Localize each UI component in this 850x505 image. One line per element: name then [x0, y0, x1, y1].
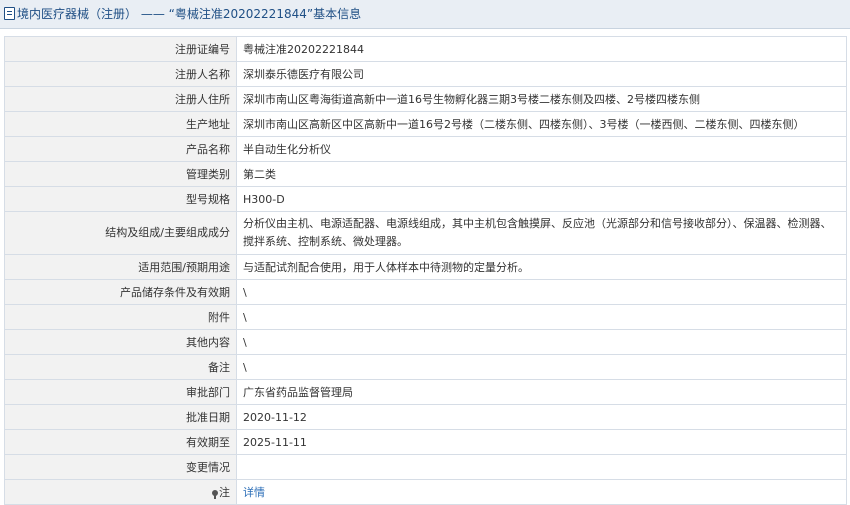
table-row: 产品名称 半自动生化分析仪 [4, 136, 847, 162]
header-separator: —— [137, 7, 169, 21]
row-value: 半自动生化分析仪 [236, 136, 847, 162]
row-value: 深圳泰乐德医疗有限公司 [236, 61, 847, 87]
row-value: \ [236, 279, 847, 305]
table-row: 附件 \ [4, 304, 847, 330]
row-value: 第二类 [236, 161, 847, 187]
row-label: 结构及组成/主要组成成分 [4, 211, 237, 255]
table-row: 审批部门 广东省药品监督管理局 [4, 379, 847, 405]
note-label-text: 注 [219, 486, 230, 499]
table-row: 注册人名称 深圳泰乐德医疗有限公司 [4, 61, 847, 87]
row-label: 管理类别 [4, 161, 237, 187]
row-label: 附件 [4, 304, 237, 330]
row-value: 与适配试剂配合使用，用于人体样本中待测物的定量分析。 [236, 254, 847, 280]
row-label: 其他内容 [4, 329, 237, 355]
note-row-label: 注 [4, 479, 237, 505]
table-row: 适用范围/预期用途 与适配试剂配合使用，用于人体样本中待测物的定量分析。 [4, 254, 847, 280]
page-header: 境内医疗器械（注册） —— “粤械注准20202221844”基本信息 [0, 0, 850, 29]
row-value: 2025-11-11 [236, 429, 847, 455]
row-label: 注册证编号 [4, 36, 237, 62]
row-value: 2020-11-12 [236, 404, 847, 430]
table-row: 批准日期 2020-11-12 [4, 404, 847, 430]
table-row: 其他内容 \ [4, 329, 847, 355]
table-row: 注册证编号 粤械注准20202221844 [4, 36, 847, 62]
row-value: \ [236, 354, 847, 380]
table-row: 备注 \ [4, 354, 847, 380]
row-value [236, 454, 847, 480]
row-value: 广东省药品监督管理局 [236, 379, 847, 405]
row-value: 深圳市南山区高新区中区高新中一道16号2号楼（二楼东侧、四楼东侧）、3号楼（一楼… [236, 111, 847, 137]
row-value: \ [236, 329, 847, 355]
row-label: 有效期至 [4, 429, 237, 455]
header-title: “粤械注准20202221844”基本信息 [168, 7, 362, 21]
document-icon [4, 7, 15, 20]
note-row-value: 详情 [236, 479, 847, 505]
table-row: 注册人住所 深圳市南山区粤海街道高新中一道16号生物孵化器三期3号楼二楼东侧及四… [4, 86, 847, 112]
row-label: 生产地址 [4, 111, 237, 137]
row-value: 深圳市南山区粤海街道高新中一道16号生物孵化器三期3号楼二楼东侧及四楼、2号楼四… [236, 86, 847, 112]
info-table: 注册证编号 粤械注准20202221844 注册人名称 深圳泰乐德医疗有限公司 … [4, 36, 847, 505]
row-label: 产品名称 [4, 136, 237, 162]
row-label: 注册人名称 [4, 61, 237, 87]
header-category: 境内医疗器械（注册） [17, 7, 138, 21]
table-row: 注 详情 [4, 479, 847, 505]
table-row: 有效期至 2025-11-11 [4, 429, 847, 455]
table-row: 结构及组成/主要组成成分 分析仪由主机、电源适配器、电源线组成，其中主机包含触摸… [4, 211, 847, 255]
table-row: 管理类别 第二类 [4, 161, 847, 187]
row-label: 备注 [4, 354, 237, 380]
row-label: 型号规格 [4, 186, 237, 212]
pin-icon [212, 490, 218, 499]
table-row: 产品储存条件及有效期 \ [4, 279, 847, 305]
row-value: 分析仪由主机、电源适配器、电源线组成，其中主机包含触摸屏、反应池（光源部分和信号… [236, 211, 847, 255]
table-row: 生产地址 深圳市南山区高新区中区高新中一道16号2号楼（二楼东侧、四楼东侧）、3… [4, 111, 847, 137]
row-value: H300-D [236, 186, 847, 212]
row-label: 变更情况 [4, 454, 237, 480]
table-row: 变更情况 [4, 454, 847, 480]
table-row: 型号规格 H300-D [4, 186, 847, 212]
row-label: 适用范围/预期用途 [4, 254, 237, 280]
row-value: 粤械注准20202221844 [236, 36, 847, 62]
row-value: \ [236, 304, 847, 330]
details-link[interactable]: 详情 [243, 486, 265, 499]
row-label: 注册人住所 [4, 86, 237, 112]
row-label: 审批部门 [4, 379, 237, 405]
row-label: 批准日期 [4, 404, 237, 430]
row-label: 产品储存条件及有效期 [4, 279, 237, 305]
